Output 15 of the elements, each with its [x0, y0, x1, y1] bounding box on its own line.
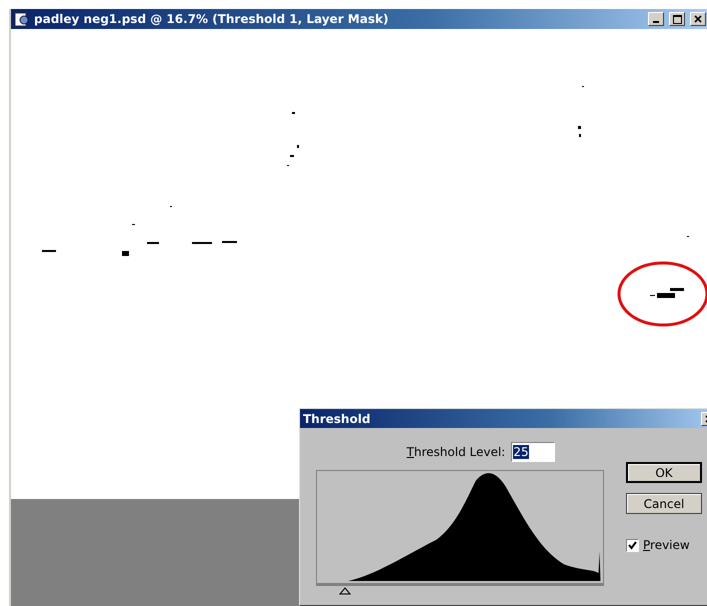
slider-thumb[interactable] — [338, 587, 351, 595]
window-title: padley neg1.psd @ 16.7% (Threshold 1, Layer Mask) — [34, 12, 390, 26]
close-icon — [694, 15, 702, 23]
maximize-icon — [672, 14, 682, 24]
minimize-button[interactable] — [648, 12, 664, 26]
preview-checkbox[interactable] — [626, 538, 639, 552]
dialog-title: Threshold — [303, 412, 370, 426]
preview-label: Preview — [643, 538, 690, 552]
document-icon — [14, 11, 30, 27]
cancel-button[interactable]: Cancel — [626, 493, 702, 514]
threshold-level-field[interactable]: 25 — [511, 442, 556, 462]
maximize-button[interactable] — [669, 12, 685, 26]
threshold-level-label: Threshold Level: — [406, 445, 506, 459]
ok-button[interactable]: OK — [626, 462, 702, 483]
close-button[interactable] — [690, 12, 706, 26]
